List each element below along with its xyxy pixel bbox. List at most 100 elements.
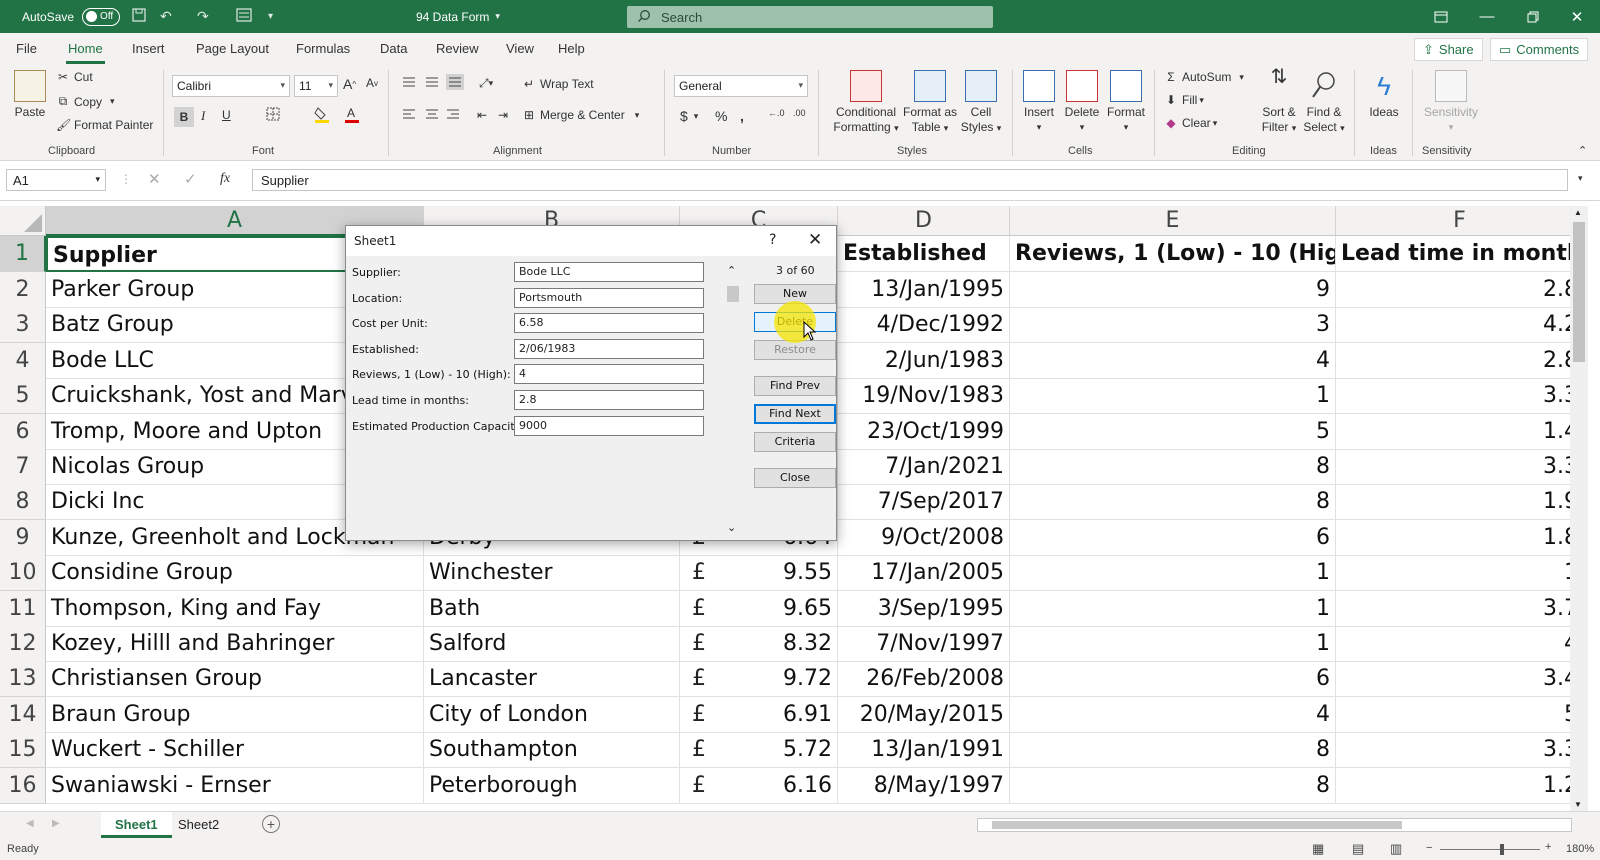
established-cell[interactable]: 7/Sep/2017: [838, 484, 1010, 521]
established-cell[interactable]: 2/Jun/1983: [838, 342, 1010, 379]
location-cell[interactable]: Southampton: [424, 732, 680, 769]
established-cell[interactable]: 13/Jan/1991: [838, 732, 1010, 769]
file-name[interactable]: 94 Data Form ▾: [416, 0, 500, 33]
reviews-cell[interactable]: 8: [1010, 484, 1336, 521]
header-cell-established[interactable]: Established: [838, 236, 1010, 272]
reviews-cell[interactable]: 1: [1010, 626, 1336, 662]
close-icon[interactable]: ✕: [808, 230, 822, 250]
column-header-f[interactable]: F: [1336, 206, 1570, 236]
enter-icon[interactable]: ✓: [184, 170, 197, 188]
supplier-cell[interactable]: Swaniawski - Ernser: [46, 767, 424, 804]
lead-time-cell[interactable]: 1.8: [1336, 520, 1570, 556]
format-as-table-button[interactable]: Format as Table ▾: [902, 70, 958, 136]
fill-button[interactable]: ⬇ Fill ▾: [1164, 93, 1204, 107]
find-select-button[interactable]: Find & Select ▾: [1300, 70, 1348, 136]
sheet-tab-sheet2[interactable]: Sheet2: [164, 812, 233, 838]
supplier-cell[interactable]: Kozey, Hilll and Bahringer: [46, 626, 424, 662]
horizontal-scroll-thumb[interactable]: [992, 821, 1402, 829]
cancel-icon[interactable]: ✕: [148, 170, 161, 188]
scroll-up-icon[interactable]: ▲: [1574, 208, 1582, 217]
scroll-down-icon[interactable]: ▼: [1574, 800, 1582, 809]
fill-color-icon[interactable]: [314, 106, 330, 124]
close-button[interactable]: Close: [754, 468, 836, 488]
field-input[interactable]: Portsmouth: [514, 287, 704, 308]
field-input[interactable]: 2/06/1983: [514, 338, 704, 359]
insert-cells-button[interactable]: Insert ▾: [1018, 70, 1060, 135]
established-cell[interactable]: 7/Jan/2021: [838, 449, 1010, 485]
paste-button[interactable]: Paste: [10, 70, 50, 120]
copy-button[interactable]: ⧉ Copy ▾: [56, 94, 115, 109]
number-format-select[interactable]: General ▾: [674, 75, 808, 97]
reviews-cell[interactable]: 1: [1010, 590, 1336, 627]
font-size-select[interactable]: 11 ▾: [294, 75, 338, 97]
increase-indent-icon[interactable]: ⇥: [498, 108, 508, 122]
row-header[interactable]: 4: [0, 342, 46, 379]
format-cells-button[interactable]: Format ▾: [1104, 70, 1148, 135]
zoom-slider-thumb[interactable]: [1500, 844, 1504, 855]
supplier-cell[interactable]: Christiansen Group: [46, 661, 424, 698]
undo-icon[interactable]: ↶: [160, 8, 172, 25]
close-window-icon[interactable]: ✕: [1554, 0, 1600, 33]
reviews-cell[interactable]: 3: [1010, 307, 1336, 344]
align-top-icon[interactable]: [402, 76, 416, 88]
reviews-cell[interactable]: 8: [1010, 732, 1336, 769]
supplier-cell[interactable]: Wuckert - Schiller: [46, 732, 424, 769]
lead-time-cell[interactable]: 3.3: [1336, 378, 1570, 415]
field-input[interactable]: 9000: [514, 415, 704, 436]
row-header[interactable]: 2: [0, 272, 46, 308]
established-cell[interactable]: 26/Feb/2008: [838, 661, 1010, 698]
lead-time-cell[interactable]: 3.3: [1336, 449, 1570, 485]
established-cell[interactable]: 4/Dec/1992: [838, 307, 1010, 344]
ideas-button[interactable]: ϟ Ideas: [1362, 70, 1406, 120]
reviews-cell[interactable]: 5: [1010, 413, 1336, 450]
location-cell[interactable]: Winchester: [424, 555, 680, 592]
comma-icon[interactable]: ,: [740, 108, 744, 124]
tab-help[interactable]: Help: [558, 41, 585, 56]
row-header[interactable]: 3: [0, 307, 46, 344]
minimize-icon[interactable]: —: [1464, 0, 1510, 33]
font-color-icon[interactable]: A: [344, 106, 360, 124]
row-header[interactable]: 12: [0, 626, 46, 662]
decrease-font-icon[interactable]: Av: [366, 76, 378, 90]
reviews-cell[interactable]: 4: [1010, 342, 1336, 379]
sheet-tab-sheet1[interactable]: Sheet1: [101, 812, 172, 838]
align-center-icon[interactable]: [425, 108, 439, 120]
location-cell[interactable]: Lancaster: [424, 661, 680, 698]
location-cell[interactable]: Bath: [424, 590, 680, 627]
increase-font-icon[interactable]: A ^: [343, 76, 356, 92]
reviews-cell[interactable]: 4: [1010, 696, 1336, 733]
tab-review[interactable]: Review: [436, 41, 479, 56]
established-cell[interactable]: 7/Nov/1997: [838, 626, 1010, 662]
criteria-button[interactable]: Criteria: [754, 432, 836, 452]
location-cell[interactable]: Peterborough: [424, 767, 680, 804]
chevron-up-icon[interactable]: ⌃: [727, 264, 736, 277]
search-box[interactable]: Search: [627, 6, 993, 28]
row-header[interactable]: 7: [0, 449, 46, 485]
lead-time-cell[interactable]: 3.7: [1336, 591, 1570, 627]
merge-center-button[interactable]: ⊞ Merge & Center ▾: [522, 108, 639, 122]
formula-input[interactable]: Supplier: [252, 169, 1568, 191]
zoom-out-icon[interactable]: −: [1426, 842, 1432, 854]
reviews-cell[interactable]: 9: [1010, 272, 1336, 308]
autosave-control[interactable]: AutoSave Off: [22, 0, 121, 33]
record-scrollbar[interactable]: ⌃ ⌄: [724, 264, 742, 534]
sensitivity-button[interactable]: Sensitivity ▾: [1416, 70, 1486, 135]
tab-insert[interactable]: Insert: [132, 41, 165, 56]
decrease-indent-icon[interactable]: ⇤: [477, 108, 487, 122]
align-right-icon[interactable]: [446, 108, 460, 120]
restore-icon[interactable]: [1510, 0, 1556, 33]
percent-icon[interactable]: %: [715, 108, 727, 124]
lead-time-cell[interactable]: 3.3: [1336, 732, 1570, 769]
lead-time-cell[interactable]: 4: [1336, 626, 1570, 662]
row-header[interactable]: 15: [0, 732, 46, 769]
established-cell[interactable]: 9/Oct/2008: [838, 519, 1010, 556]
row-header[interactable]: 5: [0, 378, 46, 415]
customize-qat-icon[interactable]: ▾: [268, 11, 273, 22]
save-icon[interactable]: [132, 8, 146, 25]
lead-time-cell[interactable]: 1.9: [1336, 484, 1570, 521]
lead-time-cell[interactable]: 4.2: [1336, 307, 1570, 344]
row-header[interactable]: 6: [0, 413, 46, 450]
reviews-cell[interactable]: 1: [1010, 555, 1336, 592]
cut-button[interactable]: ✂ Cut: [56, 70, 93, 84]
reviews-cell[interactable]: 8: [1010, 449, 1336, 485]
